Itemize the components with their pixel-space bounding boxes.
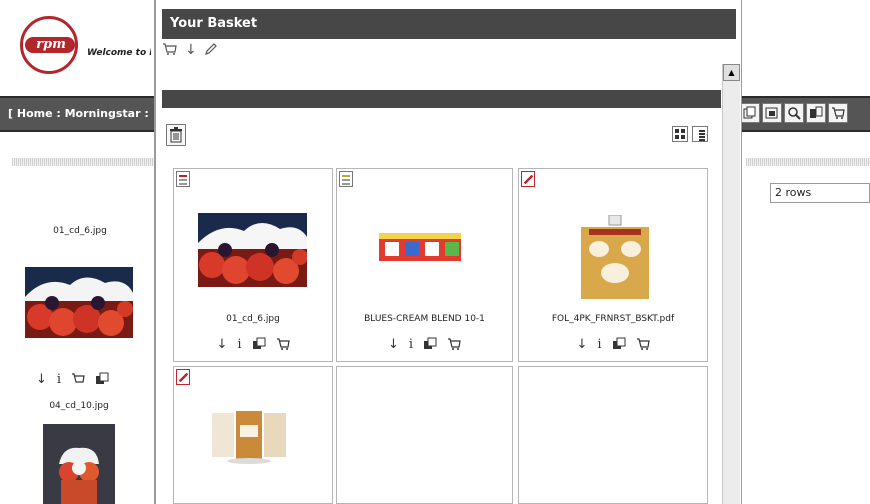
pdf-thumbnail[interactable] [581,215,649,299]
scroll-up-arrow[interactable]: ▲ [723,64,740,81]
packaging-thumbnail[interactable] [212,407,286,465]
vertical-scrollbar[interactable]: ▲ [722,64,740,504]
empty-slot [518,366,708,504]
download-icon[interactable]: ↓ [576,337,587,355]
cart-icon[interactable] [162,42,178,60]
pdf-file-icon [521,171,535,187]
info-icon[interactable]: i [597,337,601,355]
welcome-text: Welcome to R [87,48,151,58]
copy-icon[interactable] [95,372,109,390]
download-icon[interactable]: ↓ [36,372,47,390]
grid-view-icon[interactable] [672,126,688,142]
image-file-icon [176,171,190,187]
document-file-icon [339,171,353,187]
basket-item[interactable] [173,366,333,504]
divider-stripe [746,158,870,166]
basket-item[interactable]: FOL_4PK_FRNRST_BSKT.pdf ↓ i [518,168,708,362]
item-caption: 04_cd_10.jpg [49,401,109,411]
pdf-file-icon [176,369,190,385]
rpm-logo[interactable]: rpm [20,16,78,74]
strawberry-thumbnail[interactable] [198,213,307,287]
item-actions: ↓ i [337,337,512,355]
item-name: BLUES-CREAM BLEND 10-1 [364,314,485,324]
info-icon[interactable]: i [409,337,413,355]
search-icon[interactable] [784,103,804,123]
cart-icon[interactable] [276,337,290,355]
logo-text: rpm [36,37,66,52]
cart-icon[interactable] [636,337,650,355]
copy2-icon[interactable] [762,103,782,123]
item-name: 01_cd_6.jpg [226,314,280,324]
cart-icon[interactable] [71,372,85,390]
cart-icon[interactable] [447,337,461,355]
copy-icon[interactable] [252,337,266,355]
breadcrumb[interactable]: [ Home : Morningstar : [8,107,154,120]
trash-icon[interactable] [166,124,186,146]
packaging-thumbnail[interactable] [379,233,461,261]
download-icon[interactable]: ↓ [216,337,227,355]
divider-stripe [12,158,154,166]
info-icon[interactable]: i [57,372,61,390]
edit-icon[interactable] [204,42,218,60]
copy-icon[interactable] [612,337,626,355]
download-icon[interactable]: ↓ [388,337,399,355]
dessert-thumbnail[interactable] [43,424,115,504]
item-name: FOL_4PK_FRNRST_BSKT.pdf [551,314,675,324]
item-actions: ↓ i [174,337,332,355]
basket-item[interactable]: 01_cd_6.jpg ↓ i [173,168,333,362]
cart-icon[interactable] [828,103,848,123]
copy-icon[interactable] [740,103,760,123]
item-actions: ↓ i [519,337,707,355]
rows-select[interactable]: 2 rows [770,183,870,203]
strawberry-thumbnail[interactable] [25,267,133,338]
dialog-title: Your Basket [162,9,736,39]
copy-icon[interactable] [423,337,437,355]
basket-item[interactable]: BLUES-CREAM BLEND 10-1 ↓ i [336,168,513,362]
item-caption: 01_cd_6.jpg [53,226,107,236]
basket-toolbar: ↓ [162,42,218,60]
basket-dialog: Your Basket ↓ ▲ 01_cd_6.jpg ↓ i BLUES-CR… [154,0,742,504]
list-view-icon[interactable] [692,126,708,142]
item-actions: ↓ i [36,372,109,390]
empty-slot [336,366,513,504]
download-icon[interactable]: ↓ [185,42,197,60]
section-bar [162,90,721,108]
compare-icon[interactable] [806,103,826,123]
toolbar [740,103,848,123]
info-icon[interactable]: i [237,337,241,355]
